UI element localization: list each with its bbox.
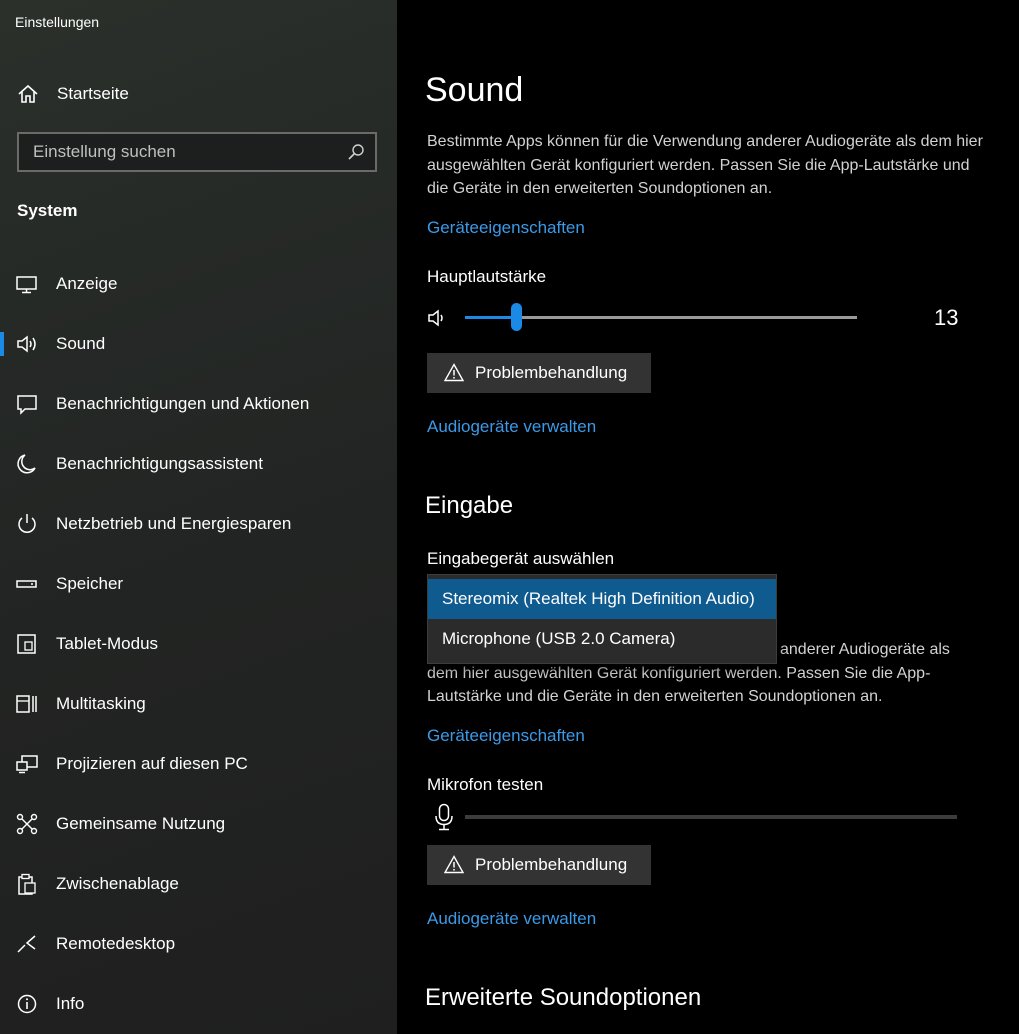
sidebar-item-info[interactable]: Info	[0, 984, 397, 1024]
clipboard-icon	[18, 873, 36, 895]
sidebar-item-label: Anzeige	[56, 274, 118, 293]
input-select-label: Eingabegerät auswählen	[427, 549, 615, 568]
sidebar-item-gemeinsame-nutzung[interactable]: Gemeinsame Nutzung	[0, 804, 397, 844]
sidebar-item-label: Benachrichtigungsassistent	[56, 454, 263, 473]
master-volume-slider[interactable]: 13	[427, 303, 987, 333]
advanced-sound-heading: Erweiterte Soundoptionen	[425, 984, 702, 1011]
output-device-properties-link[interactable]: Geräteeigenschaften	[427, 218, 585, 238]
monitor-icon	[16, 276, 37, 294]
volume-fill	[465, 316, 516, 319]
home-nav-item[interactable]: Startseite	[0, 76, 397, 112]
sidebar-item-label: Sound	[56, 334, 106, 353]
sidebar-item-label: Speicher	[56, 574, 124, 593]
sidebar-item-label: Benachrichtigungen und Aktionen	[56, 394, 310, 413]
input-manage-devices-link[interactable]: Audiogeräte verwalten	[427, 909, 596, 929]
input-troubleshoot-button[interactable]: Problembehandlung	[427, 845, 651, 885]
search-box[interactable]	[17, 132, 377, 172]
sidebar-item-multitasking[interactable]: Multitasking	[0, 684, 397, 724]
sidebar-item-label: Gemeinsame Nutzung	[56, 814, 226, 833]
troubleshoot-label: Problembehandlung	[475, 363, 628, 382]
share-icon	[16, 813, 38, 835]
volume-label: Hauptlautstärke	[427, 267, 547, 286]
sidebar-item-anzeige[interactable]: Anzeige	[0, 264, 397, 304]
dropdown-option-selected[interactable]: Stereomix (Realtek High Definition Audio…	[428, 579, 776, 619]
mic-test-label: Mikrofon testen	[427, 775, 544, 794]
home-icon	[18, 84, 38, 103]
info-icon	[17, 994, 37, 1014]
output-description: Bestimmte Apps können für die Verwendung…	[427, 133, 983, 197]
warning-icon	[444, 855, 464, 874]
moon-icon	[17, 454, 36, 474]
speaker-icon[interactable]	[427, 307, 449, 329]
sidebar-item-label: Netzbetrieb und Energiesparen	[56, 514, 292, 533]
home-label: Startseite	[57, 84, 129, 103]
multitasking-icon	[16, 695, 37, 713]
main-content: Sound Bestimmte Apps können für die Verw…	[397, 0, 1019, 1034]
sidebar-item-benachrichtigungen[interactable]: Benachrichtigungen und Aktionen	[0, 384, 397, 424]
sidebar-item-benachrichtigungsassistent[interactable]: Benachrichtigungsassistent	[0, 444, 397, 484]
sidebar-item-tablet-modus[interactable]: Tablet-Modus	[0, 624, 397, 664]
input-device-dropdown[interactable]: Stereomix (Realtek High Definition Audio…	[427, 574, 777, 664]
search-icon[interactable]	[347, 143, 365, 161]
volume-thumb[interactable]	[511, 303, 522, 331]
volume-track[interactable]	[465, 303, 857, 331]
sidebar-item-remotedesktop[interactable]: Remotedesktop	[0, 924, 397, 964]
sidebar-item-label: Multitasking	[56, 694, 146, 713]
sidebar-item-zwischenablage[interactable]: Zwischenablage	[0, 864, 397, 904]
microphone-icon	[435, 803, 453, 831]
dropdown-option[interactable]: Microphone (USB 2.0 Camera)	[428, 619, 776, 659]
troubleshoot-label: Problembehandlung	[475, 855, 628, 874]
sidebar-item-label: Tablet-Modus	[56, 634, 159, 653]
project-icon	[16, 755, 38, 774]
input-heading: Eingabe	[425, 492, 514, 519]
sidebar-item-label: Zwischenablage	[56, 874, 179, 893]
sidebar-item-speicher[interactable]: Speicher	[0, 564, 397, 604]
sidebar-item-netzbetrieb[interactable]: Netzbetrieb und Energiesparen	[0, 504, 397, 544]
warning-icon	[444, 363, 464, 382]
volume-value: 13	[934, 305, 959, 330]
power-icon	[18, 514, 36, 533]
page-title: Sound	[425, 71, 524, 109]
sidebar-item-projizieren[interactable]: Projizieren auf diesen PC	[0, 744, 397, 784]
mic-level-meter	[465, 815, 957, 819]
output-manage-devices-link[interactable]: Audiogeräte verwalten	[427, 417, 596, 437]
input-description-rest: dem hier ausgewählten Gerät konfiguriert…	[427, 664, 931, 706]
notification-icon	[17, 395, 37, 415]
app-title: Einstellungen	[15, 14, 100, 30]
sidebar: Einstellungen Startseite System Anzeige …	[0, 0, 397, 1034]
section-label-system: System	[17, 201, 78, 220]
sidebar-item-label: Projizieren auf diesen PC	[56, 754, 248, 773]
speaker-icon	[17, 335, 36, 353]
output-troubleshoot-button[interactable]: Problembehandlung	[427, 353, 651, 393]
tablet-mode-icon	[17, 634, 36, 654]
remote-desktop-icon	[17, 935, 36, 953]
search-input[interactable]	[19, 134, 339, 170]
sidebar-item-label: Info	[56, 994, 85, 1013]
input-device-properties-link[interactable]: Geräteeigenschaften	[427, 726, 585, 746]
sidebar-item-sound[interactable]: Sound	[0, 324, 397, 364]
sidebar-item-label: Remotedesktop	[56, 934, 176, 953]
storage-icon	[16, 580, 37, 588]
